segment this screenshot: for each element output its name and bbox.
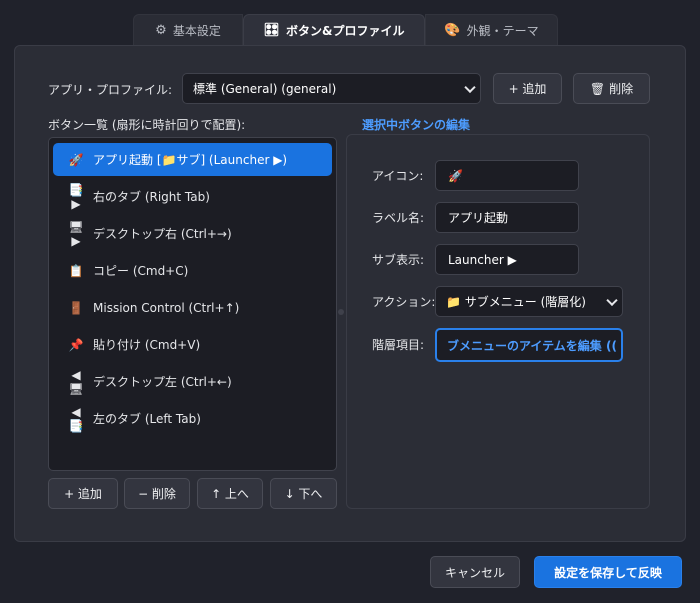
- list-item[interactable]: 🖥▶ デスクトップ右 (Ctrl+→): [53, 217, 332, 250]
- list-item[interactable]: 📌 貼り付け (Cmd+V): [53, 328, 332, 361]
- list-item-label: アプリ起動 [📁サブ] (Launcher ▶): [93, 153, 288, 167]
- action-selected-value: 📁 サブメニュー (階層化): [446, 295, 586, 309]
- list-item-label: 右のタブ (Right Tab): [93, 190, 210, 204]
- button-list-title: ボタン一覧 (扇形に時計回りで配置):: [48, 118, 246, 132]
- add-button-button[interactable]: + 追加: [48, 478, 118, 509]
- tab-label: ボタン&プロファイル: [286, 24, 405, 38]
- button-editor: アイコン: 🚀 ラベル名: アプリ起動 サブ表示: Launcher ▶ アクシ…: [346, 134, 650, 509]
- profile-label: アプリ・プロファイル:: [48, 83, 173, 97]
- tab-buttons-profiles[interactable]: 🎛 ボタン&プロファイル: [243, 14, 425, 46]
- desktop-left-icon: ◀🖥: [68, 367, 84, 396]
- list-item-label: デスクトップ右 (Ctrl+→): [93, 227, 232, 241]
- tab-label: 基本設定: [172, 24, 221, 38]
- trash-icon: 🗑: [589, 81, 606, 96]
- remove-button-label: − 削除: [138, 487, 176, 501]
- add-button-label: + 追加: [64, 487, 102, 501]
- desktop-right-icon: 🖥▶: [68, 219, 84, 248]
- label-name-field-label: ラベル名:: [372, 211, 425, 225]
- list-item-label: Mission Control (Ctrl+↑): [93, 300, 240, 315]
- tab-label: 外観・テーマ: [466, 24, 539, 38]
- pushpin-icon: 📌: [68, 337, 84, 352]
- label-name-value: アプリ起動: [448, 211, 509, 225]
- sub-display-value: Launcher ▶: [448, 252, 517, 267]
- chevron-down-icon: [464, 81, 476, 93]
- list-item[interactable]: ◀📑 左のタブ (Left Tab): [53, 402, 332, 435]
- list-item[interactable]: 📑▶ 右のタブ (Right Tab): [53, 180, 332, 213]
- icon-field-label: アイコン:: [372, 169, 424, 183]
- rocket-icon: 🚀: [448, 168, 463, 183]
- save-and-apply-button[interactable]: 設定を保存して反映: [534, 556, 682, 588]
- tab-basic-settings[interactable]: ⚙ 基本設定: [133, 14, 243, 46]
- profile-selected-value: 標準 (General) (general): [193, 82, 337, 96]
- settings-panel: アプリ・プロファイル: 標準 (General) (general) + 追加 …: [14, 45, 686, 542]
- delete-profile-button[interactable]: 🗑 削除: [573, 73, 650, 104]
- tab-left-icon: ◀📑: [68, 404, 84, 433]
- tab-right-icon: 📑▶: [68, 182, 84, 211]
- move-up-label: ↑ 上へ: [211, 487, 249, 501]
- list-item[interactable]: 🚪 Mission Control (Ctrl+↑): [53, 291, 332, 324]
- gear-icon: ⚙: [155, 23, 167, 38]
- splitter-handle[interactable]: [338, 309, 344, 315]
- action-field-label: アクション:: [372, 295, 436, 309]
- palette-icon: 🎨: [444, 23, 461, 38]
- clipboard-icon: 📋: [68, 263, 84, 278]
- add-profile-label: + 追加: [508, 82, 547, 96]
- cancel-button[interactable]: キャンセル: [430, 556, 520, 588]
- list-item-label: 貼り付け (Cmd+V): [93, 338, 201, 352]
- move-up-button[interactable]: ↑ 上へ: [197, 478, 263, 509]
- hierarchy-field-label: 階層項目:: [372, 338, 425, 352]
- rocket-icon: 🚀: [68, 152, 84, 167]
- move-down-label: ↓ 下へ: [284, 487, 323, 501]
- editor-title: 選択中ボタンの編集: [362, 118, 471, 132]
- tab-bar: ⚙ 基本設定 🎛 ボタン&プロファイル 🎨 外観・テーマ: [133, 14, 558, 46]
- label-name-field[interactable]: アプリ起動: [435, 202, 579, 233]
- delete-profile-label: 削除: [609, 82, 634, 96]
- list-item[interactable]: 🚀 アプリ起動 [📁サブ] (Launcher ▶): [53, 143, 332, 176]
- add-profile-button[interactable]: + 追加: [493, 73, 562, 104]
- list-item-label: コピー (Cmd+C): [93, 264, 189, 278]
- control-knobs-icon: 🎛: [263, 23, 281, 38]
- sub-display-field-label: サブ表示:: [372, 253, 425, 267]
- cancel-label: キャンセル: [444, 565, 505, 580]
- tab-appearance-theme[interactable]: 🎨 外観・テーマ: [425, 14, 558, 46]
- edit-submenu-items-label: ブメニューのアイテムを編集 ((: [447, 338, 617, 353]
- sub-display-field[interactable]: Launcher ▶: [435, 244, 579, 275]
- edit-submenu-items-button[interactable]: ブメニューのアイテムを編集 ((: [435, 328, 623, 362]
- remove-button-button[interactable]: − 削除: [124, 478, 190, 509]
- profile-select[interactable]: 標準 (General) (general): [182, 73, 481, 104]
- chevron-down-icon: [606, 294, 618, 306]
- button-list[interactable]: 🚀 アプリ起動 [📁サブ] (Launcher ▶) 📑▶ 右のタブ (Righ…: [48, 137, 337, 471]
- list-item[interactable]: 📋 コピー (Cmd+C): [53, 254, 332, 287]
- move-down-button[interactable]: ↓ 下へ: [270, 478, 337, 509]
- list-item[interactable]: ◀🖥 デスクトップ左 (Ctrl+←): [53, 365, 332, 398]
- list-item-label: 左のタブ (Left Tab): [93, 412, 201, 426]
- list-item-label: デスクトップ左 (Ctrl+←): [93, 375, 232, 389]
- door-icon: 🚪: [68, 300, 84, 315]
- icon-field[interactable]: 🚀: [435, 160, 579, 191]
- action-select[interactable]: 📁 サブメニュー (階層化): [435, 286, 623, 317]
- save-and-apply-label: 設定を保存して反映: [554, 565, 662, 580]
